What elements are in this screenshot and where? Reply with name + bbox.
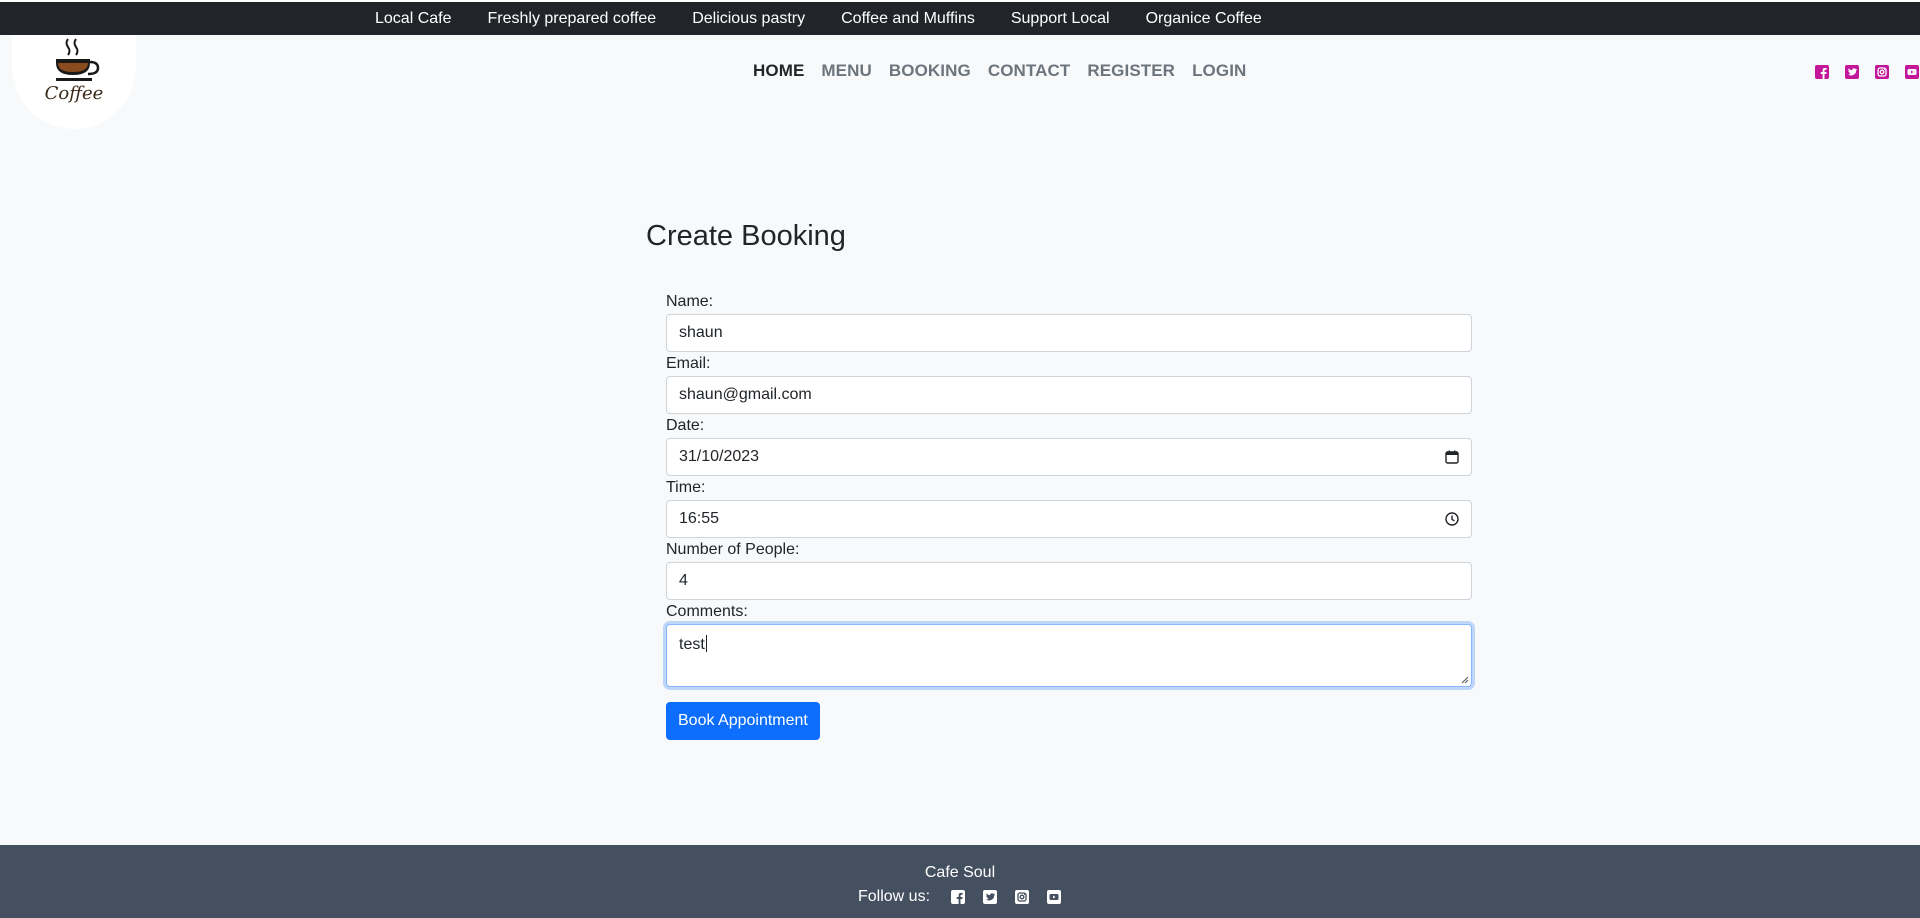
booking-form-body: Name: shaun Email: shaun@gmail.com Date:… [666,280,1472,740]
name-input[interactable]: shaun [666,314,1472,352]
calendar-icon[interactable] [1445,450,1459,464]
date-input-value: 31/10/2023 [679,448,760,465]
name-label: Name: [666,293,714,310]
twitter-icon[interactable] [1844,64,1860,80]
comments-label: Comments: [666,603,748,620]
footer-social: Follow us: [0,888,1920,906]
nav-item-menu[interactable]: MENU [821,61,871,81]
clock-icon[interactable] [1445,512,1459,526]
facebook-icon[interactable] [950,889,966,905]
site-logo[interactable]: Coffee [12,35,136,129]
date-input[interactable]: 31/10/2023 [666,438,1472,476]
text-caret [705,635,707,652]
site-header: Coffee HOME MENU BOOKING CONTACT REGISTE… [0,35,1920,140]
nav-item-booking[interactable]: BOOKING [889,61,971,81]
main-content: Create Booking Name: shaun Email: shaun@… [0,140,1920,905]
nav-item-login[interactable]: LOGIN [1192,61,1246,81]
main-nav: HOME MENU BOOKING CONTACT REGISTER LOGIN [753,61,1263,81]
time-input[interactable]: 16:55 [666,500,1472,538]
people-label: Number of People: [666,541,800,558]
instagram-icon[interactable] [1014,889,1030,905]
twitter-icon[interactable] [982,889,998,905]
announcement-item[interactable]: Coffee and Muffins [841,10,1011,28]
facebook-icon[interactable] [1814,64,1830,80]
page-title: Create Booking [646,220,846,252]
comments-textarea-value: test [679,636,705,653]
announcement-item[interactable]: Local Cafe [375,10,488,28]
nav-item-contact[interactable]: CONTACT [988,61,1071,81]
resize-grip-icon[interactable] [1459,674,1469,684]
email-label: Email: [666,355,711,372]
announcement-items: Local Cafe Freshly prepared coffee Delic… [375,10,1298,28]
site-footer: Cafe Soul Follow us: [0,845,1920,918]
announcement-item[interactable]: Freshly prepared coffee [488,10,693,28]
logo-text: Coffee [44,83,104,104]
follow-us-label: Follow us: [857,888,931,905]
date-label: Date: [666,417,705,434]
email-input[interactable]: shaun@gmail.com [666,376,1472,414]
youtube-icon[interactable] [1904,64,1920,80]
nav-item-register[interactable]: REGISTER [1087,61,1175,81]
nav-item-home[interactable]: HOME [753,61,804,81]
announcement-item[interactable]: Support Local [1011,10,1146,28]
footer-brand-name: Cafe Soul [924,864,996,881]
announcement-bar: Local Cafe Freshly prepared coffee Delic… [0,2,1920,35]
people-input-value: 4 [679,572,688,589]
announcement-item[interactable]: Organice Coffee [1146,10,1298,28]
comments-textarea[interactable]: test [666,624,1472,687]
time-label: Time: [666,479,706,496]
booking-form: Name: shaun Email: shaun@gmail.com Date:… [646,280,1490,905]
name-input-value: shaun [679,324,723,341]
coffee-cup-icon [56,38,100,81]
email-input-value: shaun@gmail.com [679,386,812,403]
announcement-item[interactable]: Delicious pastry [692,10,841,28]
instagram-icon[interactable] [1874,64,1890,80]
header-social-links [1814,64,1920,80]
youtube-icon[interactable] [1046,889,1062,905]
book-appointment-button[interactable]: Book Appointment [666,702,820,740]
time-input-value: 16:55 [679,510,720,527]
people-input[interactable]: 4 [666,562,1472,600]
